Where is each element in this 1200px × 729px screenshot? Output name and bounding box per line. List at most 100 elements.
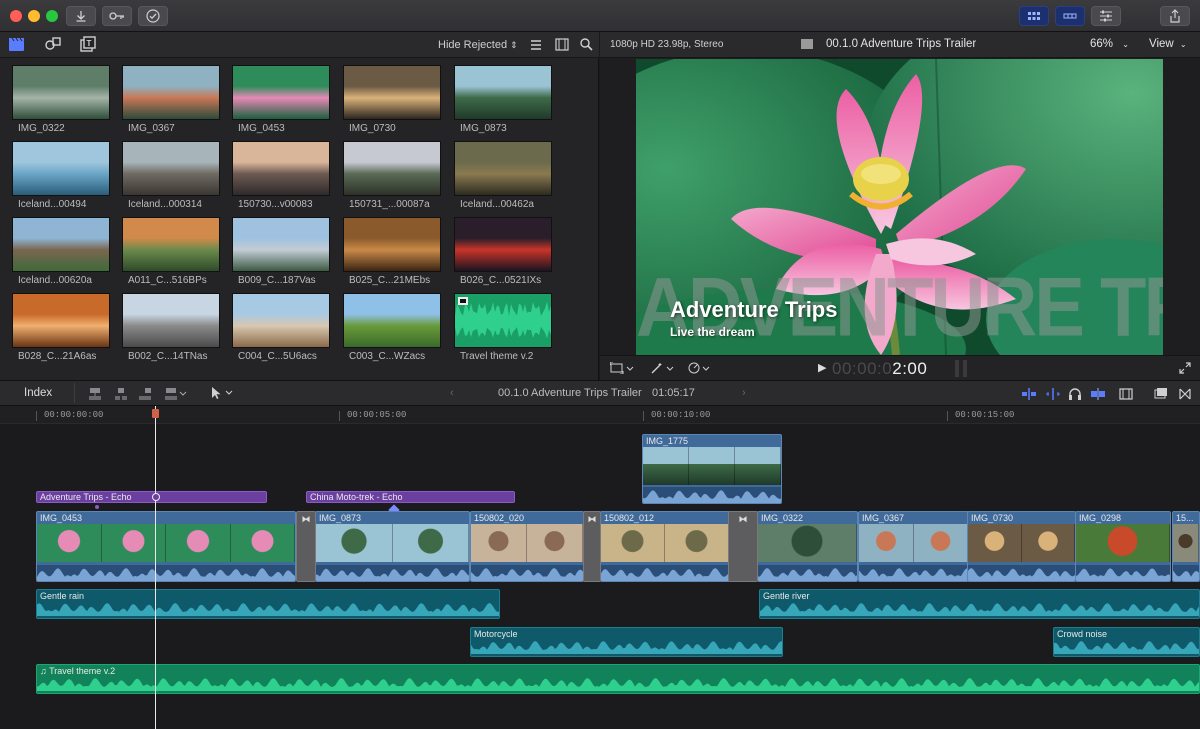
show-inspector-button[interactable] [1091, 6, 1121, 26]
ruler-tick [643, 411, 644, 421]
audio-clip[interactable]: Gentle river [759, 589, 1200, 619]
video-clip[interactable]: 150802_012 [600, 511, 730, 582]
video-clip[interactable]: IMG_0367 [858, 511, 969, 582]
effects-browser-button[interactable] [1154, 387, 1168, 404]
titles-generators-tab[interactable]: T [80, 36, 96, 55]
music-clip[interactable]: ♫ Travel theme v.2 [36, 664, 1200, 694]
clip-thumbnail[interactable] [232, 141, 330, 196]
timeline-layout-icon [1063, 13, 1077, 19]
clip-thumbnail-label: 150731_...00087a [349, 199, 430, 210]
audio-clip[interactable]: Gentle rain [36, 589, 500, 619]
overwrite-icon [165, 388, 187, 400]
skimming-button[interactable] [1021, 387, 1037, 404]
enhance-popup[interactable] [650, 362, 676, 377]
transition[interactable]: ⧓ [583, 511, 601, 582]
background-tasks-button[interactable] [138, 6, 168, 26]
zoom-popup[interactable]: 66% ⌄ [1090, 38, 1129, 50]
connected-clip[interactable]: IMG_1775 [642, 434, 782, 504]
video-clip[interactable]: 150802_020 [470, 511, 584, 582]
transition[interactable]: ⧓ [728, 511, 758, 582]
keywords-button[interactable] [102, 6, 132, 26]
clip-title: 15... [1176, 513, 1194, 523]
clip-thumbnail[interactable] [12, 141, 110, 196]
clip-thumbnail[interactable] [454, 65, 552, 120]
clip-thumbnail[interactable] [122, 65, 220, 120]
import-button[interactable] [66, 6, 96, 26]
transform-popup[interactable] [609, 361, 636, 377]
fullscreen-button[interactable] [1179, 362, 1191, 377]
transitions-browser-button[interactable] [1178, 387, 1192, 404]
viewer-header: 1080p HD 23.98p, Stereo 00.1.0 Adventure… [600, 32, 1200, 58]
append-clip-button[interactable] [138, 387, 152, 404]
clip-thumbnail[interactable] [122, 141, 220, 196]
audio-waveform [471, 565, 583, 581]
transition[interactable]: ⧓ [296, 511, 316, 582]
clip-thumbnail[interactable] [12, 65, 110, 120]
timecode-dim: 00:00:0 [832, 359, 893, 378]
snapping-button[interactable] [1090, 387, 1106, 404]
retime-popup[interactable] [688, 362, 714, 377]
index-button[interactable]: Index [24, 387, 52, 399]
minimize-window-button[interactable] [28, 10, 40, 22]
timeline-ruler[interactable]: 00:00:00:00 00:00:05:00 00:00:10:00 00:0… [0, 406, 1200, 424]
back-arrow-icon[interactable]: ‹ [450, 387, 454, 399]
clip-thumbnail[interactable] [343, 65, 441, 120]
video-clip[interactable]: IMG_0298 [1075, 511, 1171, 582]
keyframe-icon[interactable] [152, 493, 160, 501]
clip-thumbnail[interactable] [343, 293, 441, 348]
close-window-button[interactable] [10, 10, 22, 22]
clip-thumbnail[interactable] [232, 217, 330, 272]
filter-popup[interactable]: Hide Rejected ⇕ [438, 39, 518, 51]
playhead-handle[interactable] [152, 409, 159, 418]
magic-wand-icon [651, 363, 674, 374]
share-button[interactable] [1160, 6, 1190, 26]
overwrite-clip-button[interactable] [164, 387, 188, 404]
clip-thumbnail[interactable] [454, 293, 552, 348]
search-button[interactable] [580, 38, 593, 54]
timeline[interactable]: 00:00:00:00 00:00:05:00 00:00:10:00 00:0… [0, 406, 1200, 729]
clip-thumbnail-label: Iceland...00462a [460, 199, 534, 210]
clip-thumbnail[interactable] [343, 217, 441, 272]
select-tool-popup[interactable] [210, 386, 236, 403]
video-clip[interactable]: IMG_0322 [757, 511, 858, 582]
append-icon [139, 388, 151, 400]
audio-clip[interactable]: Crowd noise [1053, 627, 1200, 657]
clip-thumbnail[interactable] [232, 65, 330, 120]
video-frame[interactable]: ADVENTURE TRIPS Adventure Trips Live the… [636, 59, 1163, 355]
play-icon[interactable]: ▶ [818, 361, 826, 374]
video-clip[interactable]: IMG_0453 [36, 511, 296, 582]
arrow-tool-icon [212, 387, 233, 399]
clip-thumbnail[interactable] [122, 293, 220, 348]
audio-clip[interactable]: Motorcycle [470, 627, 783, 657]
clip-thumbnail[interactable] [12, 293, 110, 348]
connect-clip-button[interactable] [88, 387, 102, 404]
playhead[interactable] [155, 406, 156, 729]
clip-thumbnail-label: IMG_0322 [18, 123, 65, 134]
list-view-button[interactable] [530, 39, 542, 54]
show-timeline-button[interactable] [1055, 6, 1085, 26]
clip-thumbnail[interactable] [454, 141, 552, 196]
zoom-window-button[interactable] [46, 10, 58, 22]
fullscreen-icon [1179, 362, 1191, 374]
clip-appearance-button[interactable] [555, 38, 569, 54]
view-popup[interactable]: View ⌄ [1149, 38, 1187, 50]
clip-appearance-timeline-button[interactable] [1119, 387, 1133, 404]
clip-thumbnail[interactable] [454, 217, 552, 272]
forward-arrow-icon[interactable]: › [742, 387, 746, 399]
video-clip[interactable]: 15... [1172, 511, 1200, 582]
effects-icon [1154, 388, 1167, 399]
solo-button[interactable] [1068, 387, 1082, 404]
video-clip[interactable]: IMG_0873 [315, 511, 470, 582]
title-clip[interactable]: China Moto-trek - Echo [306, 491, 515, 503]
clip-thumbnail[interactable] [12, 217, 110, 272]
show-browser-button[interactable] [1019, 6, 1049, 26]
video-clip[interactable]: IMG_0730 [967, 511, 1076, 582]
clip-thumbnail[interactable] [122, 217, 220, 272]
clip-thumbnail[interactable] [232, 293, 330, 348]
libraries-tab[interactable] [8, 36, 26, 55]
insert-clip-button[interactable] [114, 387, 128, 404]
photos-audio-tab[interactable] [44, 36, 62, 55]
clip-thumbnail[interactable] [343, 141, 441, 196]
ruler-label: 00:00:15:00 [955, 410, 1015, 420]
audio-skimming-button[interactable] [1045, 387, 1061, 404]
